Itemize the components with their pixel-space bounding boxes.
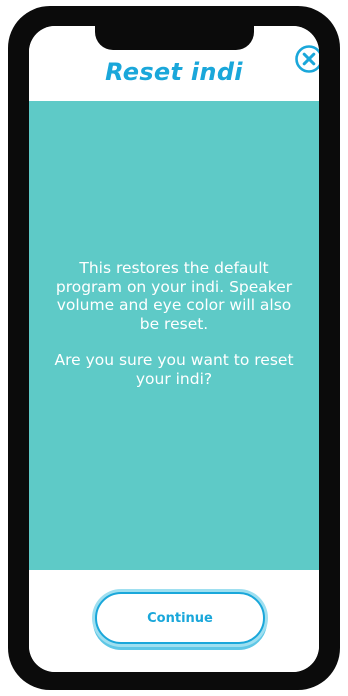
message-panel: This restores the default program on you… xyxy=(29,101,319,570)
continue-button-label: Continue xyxy=(147,610,213,626)
close-circle-icon xyxy=(295,45,319,73)
page-title: Reset indi xyxy=(105,58,243,86)
continue-button[interactable]: Continue xyxy=(95,592,265,644)
message-paragraph-2: Are you sure you want to reset your indi… xyxy=(54,351,294,388)
phone-frame: Reset indi This restores the default pro… xyxy=(8,6,340,690)
reset-message: This restores the default program on you… xyxy=(45,259,303,388)
close-button[interactable] xyxy=(294,44,319,74)
message-paragraph-1: This restores the default program on you… xyxy=(55,259,293,333)
phone-notch xyxy=(95,26,254,50)
app-screen: Reset indi This restores the default pro… xyxy=(29,26,319,672)
